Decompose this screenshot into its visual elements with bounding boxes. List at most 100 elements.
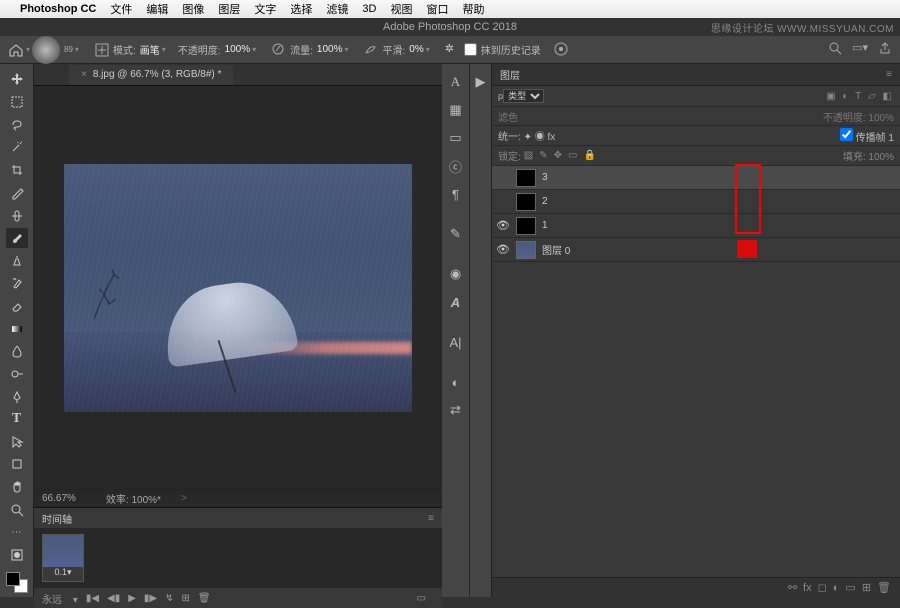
layer-row[interactable]: 👁 1	[492, 214, 900, 238]
home-icon[interactable]	[8, 43, 24, 57]
clone-stamp-tool[interactable]	[6, 250, 28, 271]
layer-thumbnail[interactable]	[516, 193, 536, 211]
pen-tool[interactable]	[6, 386, 28, 407]
layer-thumbnail[interactable]	[516, 217, 536, 235]
search-icon[interactable]	[828, 41, 842, 58]
timeline-frame[interactable]: 0.1▾	[42, 534, 84, 582]
lasso-tool[interactable]	[6, 114, 28, 135]
cc-panel-icon[interactable]: ⓒ	[446, 156, 466, 176]
character-panel-icon[interactable]: A	[446, 72, 466, 92]
brushes-panel-icon[interactable]: ✎	[446, 224, 466, 244]
tween-icon[interactable]: ↯	[165, 593, 173, 604]
unify-position-icon[interactable]: ✦	[524, 132, 532, 143]
dodge-tool[interactable]	[6, 364, 28, 385]
lock-position-icon[interactable]: ✥	[554, 150, 562, 161]
layer-mask-icon[interactable]: ◻	[818, 581, 827, 594]
marquee-tool[interactable]	[6, 92, 28, 113]
glyphs-panel-icon[interactable]: A|	[446, 332, 466, 352]
layer-thumbnail[interactable]	[516, 241, 536, 259]
layer-group-icon[interactable]: ▭	[845, 581, 855, 594]
brush-preview[interactable]	[32, 36, 60, 64]
opacity-value[interactable]: 100%	[225, 44, 251, 55]
lock-all-icon[interactable]: 🔒	[583, 150, 595, 161]
adjustments-panel-icon[interactable]: ◐	[446, 372, 466, 392]
lock-pixels-icon[interactable]: ▨	[524, 150, 533, 161]
layer-name[interactable]: 图层 0	[542, 242, 570, 257]
type-tool[interactable]: T	[6, 409, 28, 430]
layer-row[interactable]: 2	[492, 190, 900, 214]
panel-menu-icon[interactable]: ≡	[428, 513, 434, 524]
lock-brush-icon[interactable]: ✎	[539, 150, 547, 161]
menu-image[interactable]: 图像	[182, 1, 204, 17]
crop-tool[interactable]	[6, 160, 28, 181]
path-selection-tool[interactable]	[6, 432, 28, 453]
unify-style-icon[interactable]: fx	[548, 132, 556, 143]
brush-tool[interactable]	[6, 228, 28, 249]
styles-panel-icon[interactable]: A	[446, 292, 466, 312]
delete-layer-icon[interactable]: 🗑	[877, 581, 891, 594]
gradient-tool[interactable]	[6, 318, 28, 339]
paragraph-panel-icon[interactable]: ¶	[446, 184, 466, 204]
play-icon[interactable]: ▶	[128, 593, 136, 604]
menu-type[interactable]: 文字	[254, 1, 276, 17]
layer-row[interactable]: 👁 图层 0	[492, 238, 900, 262]
new-layer-icon[interactable]: ⊞	[862, 581, 871, 594]
pressure-size-icon[interactable]	[554, 42, 570, 58]
filter-type-icon[interactable]: T	[855, 91, 861, 102]
layers-panel-tab[interactable]: 图层 ≡	[492, 64, 900, 86]
layer-name[interactable]: 2	[542, 196, 548, 207]
app-name[interactable]: Photoshop CC	[20, 3, 96, 15]
layer-row[interactable]: 3	[492, 166, 900, 190]
status-chevron-icon[interactable]: >	[181, 493, 187, 504]
menu-help[interactable]: 帮助	[462, 1, 484, 17]
zoom-level[interactable]: 66.67%	[42, 493, 76, 504]
edit-toolbar[interactable]: ⋯	[6, 522, 28, 543]
canvas-viewport[interactable]	[34, 86, 442, 489]
lock-artboard-icon[interactable]: ▭	[568, 150, 577, 161]
prev-frame-icon[interactable]: ◀▮	[107, 593, 120, 604]
fill-value[interactable]: 100%	[868, 152, 894, 163]
pressure-opacity-icon[interactable]	[271, 42, 287, 58]
next-frame-icon[interactable]: ▮▶	[144, 593, 157, 604]
history-brush-checkbox[interactable]	[464, 43, 477, 56]
menu-view[interactable]: 视图	[390, 1, 412, 17]
smoothing-gear-icon[interactable]: ✲	[445, 42, 461, 58]
adjustment-layer-icon[interactable]: ◐	[833, 582, 840, 594]
eraser-tool[interactable]	[6, 296, 28, 317]
menu-layer[interactable]: 图层	[218, 1, 240, 17]
filter-smart-icon[interactable]: ◧	[883, 91, 892, 102]
brush-panel-icon[interactable]	[94, 42, 110, 58]
shape-tool[interactable]	[6, 454, 28, 475]
airbrush-icon[interactable]	[363, 42, 379, 58]
link-layers-icon[interactable]: ⚯	[788, 581, 797, 594]
mode-value[interactable]: 画笔	[140, 42, 160, 57]
foreground-swatch[interactable]	[6, 572, 20, 586]
delete-frame-icon[interactable]: 🗑	[198, 593, 211, 604]
convert-timeline-icon[interactable]: ▭	[417, 593, 426, 604]
flow-value[interactable]: 100%	[317, 44, 343, 55]
efficiency-label[interactable]: 效率: 100%*	[106, 491, 161, 506]
visibility-toggle[interactable]: 👁	[496, 243, 510, 257]
hand-tool[interactable]	[6, 477, 28, 498]
quick-mask-toggle[interactable]	[6, 545, 28, 566]
move-tool[interactable]	[6, 69, 28, 90]
eyedropper-tool[interactable]	[6, 182, 28, 203]
menu-3d[interactable]: 3D	[362, 3, 376, 15]
visibility-toggle[interactable]	[496, 195, 510, 209]
healing-brush-tool[interactable]	[6, 205, 28, 226]
frame-delay[interactable]: 0.1▾	[43, 567, 83, 581]
blur-tool[interactable]	[6, 341, 28, 362]
layer-fx-icon[interactable]: fx	[803, 582, 812, 594]
panel-menu-icon[interactable]: ≡	[886, 69, 892, 80]
visibility-toggle[interactable]	[496, 171, 510, 185]
menu-window[interactable]: 窗口	[426, 1, 448, 17]
layer-name[interactable]: 1	[542, 220, 548, 231]
visibility-toggle[interactable]: 👁	[496, 219, 510, 233]
filter-shape-icon[interactable]: ▱	[868, 91, 876, 102]
filter-adjust-icon[interactable]: ◐	[842, 91, 848, 102]
workspace-icon[interactable]: ▭▾	[852, 41, 868, 58]
zoom-tool[interactable]	[6, 499, 28, 520]
menu-edit[interactable]: 编辑	[146, 1, 168, 17]
color-swatches[interactable]	[6, 572, 28, 593]
new-frame-icon[interactable]: ⊞	[182, 593, 190, 604]
